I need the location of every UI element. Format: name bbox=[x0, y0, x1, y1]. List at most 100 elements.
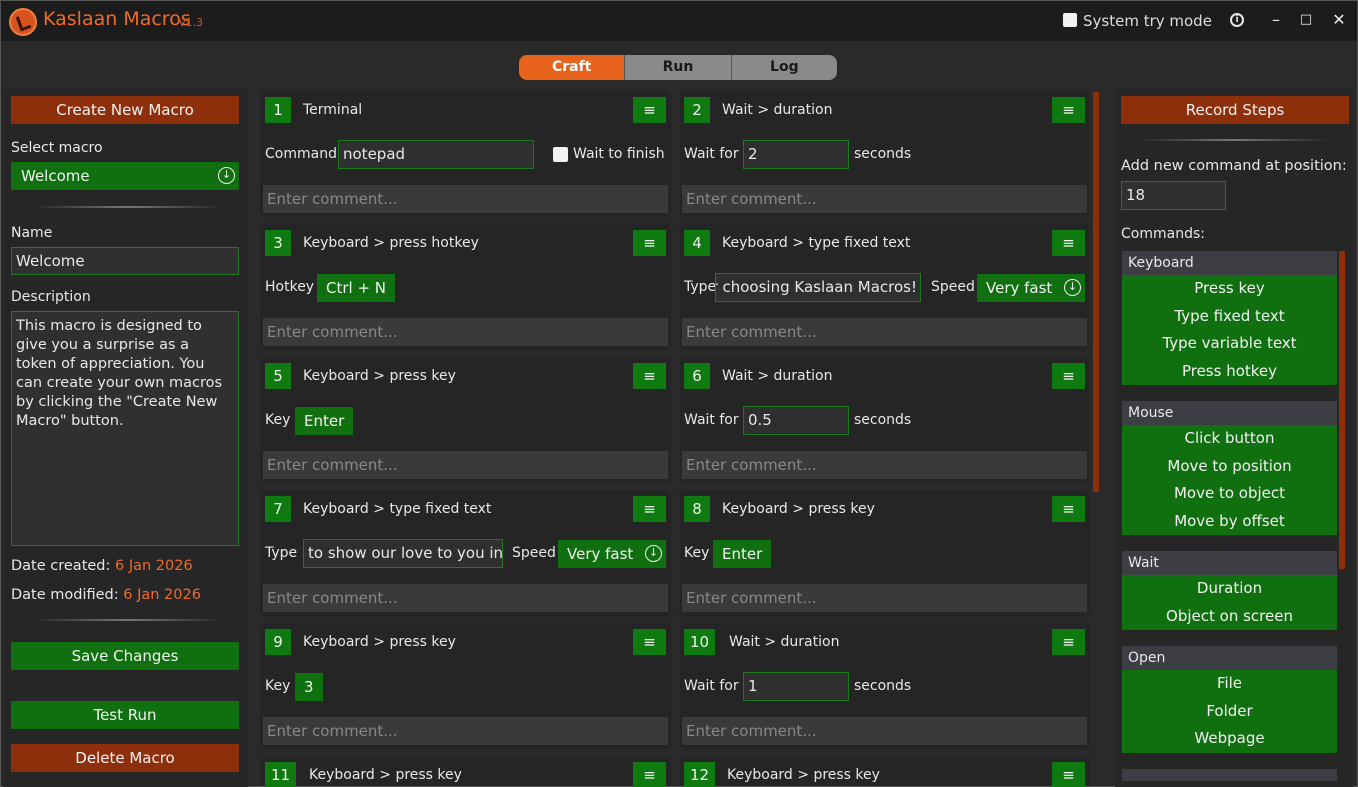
info-icon[interactable]: i bbox=[1230, 13, 1244, 27]
type-label: Type bbox=[684, 279, 717, 295]
step-menu-icon[interactable]: ≡ bbox=[1052, 496, 1085, 522]
command-move-to-object[interactable]: Move to object bbox=[1122, 480, 1337, 508]
wait-to-finish-checkbox[interactable] bbox=[553, 147, 568, 162]
speed-select[interactable]: Very fast ↓ bbox=[558, 540, 666, 568]
command-type-fixed-text[interactable]: Type fixed text bbox=[1122, 303, 1337, 331]
step-menu-icon[interactable]: ≡ bbox=[1052, 230, 1085, 256]
step-menu-icon[interactable]: ≡ bbox=[1052, 97, 1085, 123]
command-move-by-offset[interactable]: Move by offset bbox=[1122, 508, 1337, 536]
key-button[interactable]: 3 bbox=[295, 673, 323, 701]
command-object-on-screen[interactable]: Object on screen bbox=[1122, 603, 1337, 631]
step-title: Wait > duration bbox=[729, 634, 840, 650]
step-card-7[interactable]: 7 Keyboard > type fixed text ≡ Type to s… bbox=[260, 490, 671, 616]
command-move-to-position[interactable]: Move to position bbox=[1122, 453, 1337, 481]
tab-log[interactable]: Log bbox=[730, 55, 837, 80]
command-file[interactable]: File bbox=[1122, 670, 1337, 698]
step-menu-icon[interactable]: ≡ bbox=[633, 762, 666, 787]
speed-select[interactable]: Very fast ↓ bbox=[977, 274, 1085, 302]
step-card-8[interactable]: 8 Keyboard > press key ≡ Key Enter Enter… bbox=[679, 490, 1090, 616]
position-input[interactable]: 18 bbox=[1121, 181, 1226, 210]
close-button[interactable]: ✕ bbox=[1328, 9, 1350, 31]
divider bbox=[33, 206, 223, 208]
command-label: Command bbox=[265, 146, 337, 162]
duration-input[interactable]: 0.5 bbox=[743, 406, 849, 435]
step-card-5[interactable]: 5 Keyboard > press key ≡ Key Enter Enter… bbox=[260, 357, 671, 483]
step-card-6[interactable]: 6 Wait > duration ≡ Wait for 0.5 seconds… bbox=[679, 357, 1090, 483]
speed-value: Very fast bbox=[567, 545, 634, 563]
tab-craft[interactable]: Craft bbox=[519, 55, 625, 80]
comment-input[interactable]: Enter comment... bbox=[682, 318, 1087, 346]
step-card-9[interactable]: 9 Keyboard > press key ≡ Key 3 Enter com… bbox=[260, 623, 671, 749]
delete-macro-button[interactable]: Delete Macro bbox=[11, 744, 239, 772]
step-menu-icon[interactable]: ≡ bbox=[633, 97, 666, 123]
comment-input[interactable]: Enter comment... bbox=[263, 584, 668, 612]
name-field[interactable]: Welcome bbox=[11, 247, 239, 275]
chevron-down-icon: ↓ bbox=[218, 167, 235, 184]
step-card-4[interactable]: 4 Keyboard > type fixed text ≡ Type r ch… bbox=[679, 224, 1090, 350]
step-number: 10 bbox=[684, 629, 716, 655]
wait-for-label: Wait for bbox=[684, 412, 739, 428]
speed-value: Very fast bbox=[986, 279, 1053, 297]
step-card-1[interactable]: 1 Terminal ≡ Command notepad Wait to fin… bbox=[260, 91, 671, 217]
create-macro-button[interactable]: Create New Macro bbox=[11, 96, 239, 124]
command-folder[interactable]: Folder bbox=[1122, 698, 1337, 726]
key-button[interactable]: Enter bbox=[295, 407, 354, 435]
wait-to-finish-label[interactable]: Wait to finish bbox=[573, 146, 665, 162]
step-menu-icon[interactable]: ≡ bbox=[1052, 363, 1085, 389]
comment-input[interactable]: Enter comment... bbox=[682, 185, 1087, 213]
command-input[interactable]: notepad bbox=[338, 140, 534, 169]
comment-input[interactable]: Enter comment... bbox=[682, 451, 1087, 479]
macro-select[interactable]: Welcome ↓ bbox=[11, 162, 239, 190]
tab-run[interactable]: Run bbox=[624, 55, 731, 80]
step-menu-icon[interactable]: ≡ bbox=[633, 629, 666, 655]
comment-input[interactable]: Enter comment... bbox=[263, 451, 668, 479]
duration-input[interactable]: 1 bbox=[743, 672, 849, 701]
command-click-button[interactable]: Click button bbox=[1122, 425, 1337, 453]
test-run-button[interactable]: Test Run bbox=[11, 701, 239, 729]
comment-input[interactable]: Enter comment... bbox=[263, 318, 668, 346]
step-menu-icon[interactable]: ≡ bbox=[1052, 629, 1085, 655]
step-menu-icon[interactable]: ≡ bbox=[633, 496, 666, 522]
maximize-button[interactable]: □ bbox=[1295, 9, 1317, 31]
step-card-2[interactable]: 2 Wait > duration ≡ Wait for 2 seconds E… bbox=[679, 91, 1090, 217]
comment-input[interactable]: Enter comment... bbox=[682, 584, 1087, 612]
text-input[interactable]: r choosing Kaslaan Macros! bbox=[715, 273, 921, 302]
step-menu-icon[interactable]: ≡ bbox=[633, 230, 666, 256]
speed-label: Speed bbox=[931, 279, 975, 295]
text-input[interactable]: to show our love to you in bbox=[303, 539, 503, 568]
step-title: Keyboard > press key bbox=[727, 767, 880, 783]
title-bar: Kaslaan Macros v1.3 System try mode i – … bbox=[1, 1, 1357, 41]
step-title: Keyboard > type fixed text bbox=[722, 235, 911, 251]
description-label: Description bbox=[11, 289, 91, 305]
steps-scrollbar[interactable] bbox=[1093, 92, 1099, 492]
comment-input[interactable]: Enter comment... bbox=[263, 717, 668, 745]
step-card-3[interactable]: 3 Keyboard > press hotkey ≡ Hotkey Ctrl … bbox=[260, 224, 671, 350]
description-field[interactable]: This macro is designed to give you a sur… bbox=[11, 311, 239, 546]
hotkey-button[interactable]: Ctrl + N bbox=[317, 274, 396, 302]
command-type-variable-text[interactable]: Type variable text bbox=[1122, 330, 1337, 358]
key-button[interactable]: Enter bbox=[713, 540, 772, 568]
command-press-hotkey[interactable]: Press hotkey bbox=[1122, 358, 1337, 386]
step-card-11[interactable]: 11 Keyboard > press key ≡ bbox=[260, 756, 671, 787]
system-tray-label[interactable]: System try mode bbox=[1083, 12, 1212, 30]
step-card-12[interactable]: 12 Keyboard > press key ≡ bbox=[679, 756, 1090, 787]
divider bbox=[33, 619, 223, 621]
commands-scrollbar[interactable] bbox=[1339, 251, 1345, 569]
app-title: Kaslaan Macros bbox=[43, 8, 191, 30]
command-duration[interactable]: Duration bbox=[1122, 575, 1337, 603]
seconds-label: seconds bbox=[854, 412, 912, 428]
duration-input[interactable]: 2 bbox=[743, 140, 849, 169]
system-tray-checkbox[interactable] bbox=[1063, 13, 1077, 27]
step-menu-icon[interactable]: ≡ bbox=[633, 363, 666, 389]
record-steps-button[interactable]: Record Steps bbox=[1121, 96, 1349, 124]
comment-input[interactable]: Enter comment... bbox=[263, 185, 668, 213]
step-number: 8 bbox=[684, 496, 710, 522]
command-webpage[interactable]: Webpage bbox=[1122, 725, 1337, 753]
minimize-button[interactable]: – bbox=[1265, 9, 1287, 31]
chevron-down-icon: ↓ bbox=[1064, 279, 1081, 296]
step-card-10[interactable]: 10 Wait > duration ≡ Wait for 1 seconds … bbox=[679, 623, 1090, 749]
command-press-key[interactable]: Press key bbox=[1122, 275, 1337, 303]
comment-input[interactable]: Enter comment... bbox=[682, 717, 1087, 745]
step-menu-icon[interactable]: ≡ bbox=[1052, 762, 1085, 787]
save-changes-button[interactable]: Save Changes bbox=[11, 642, 239, 670]
